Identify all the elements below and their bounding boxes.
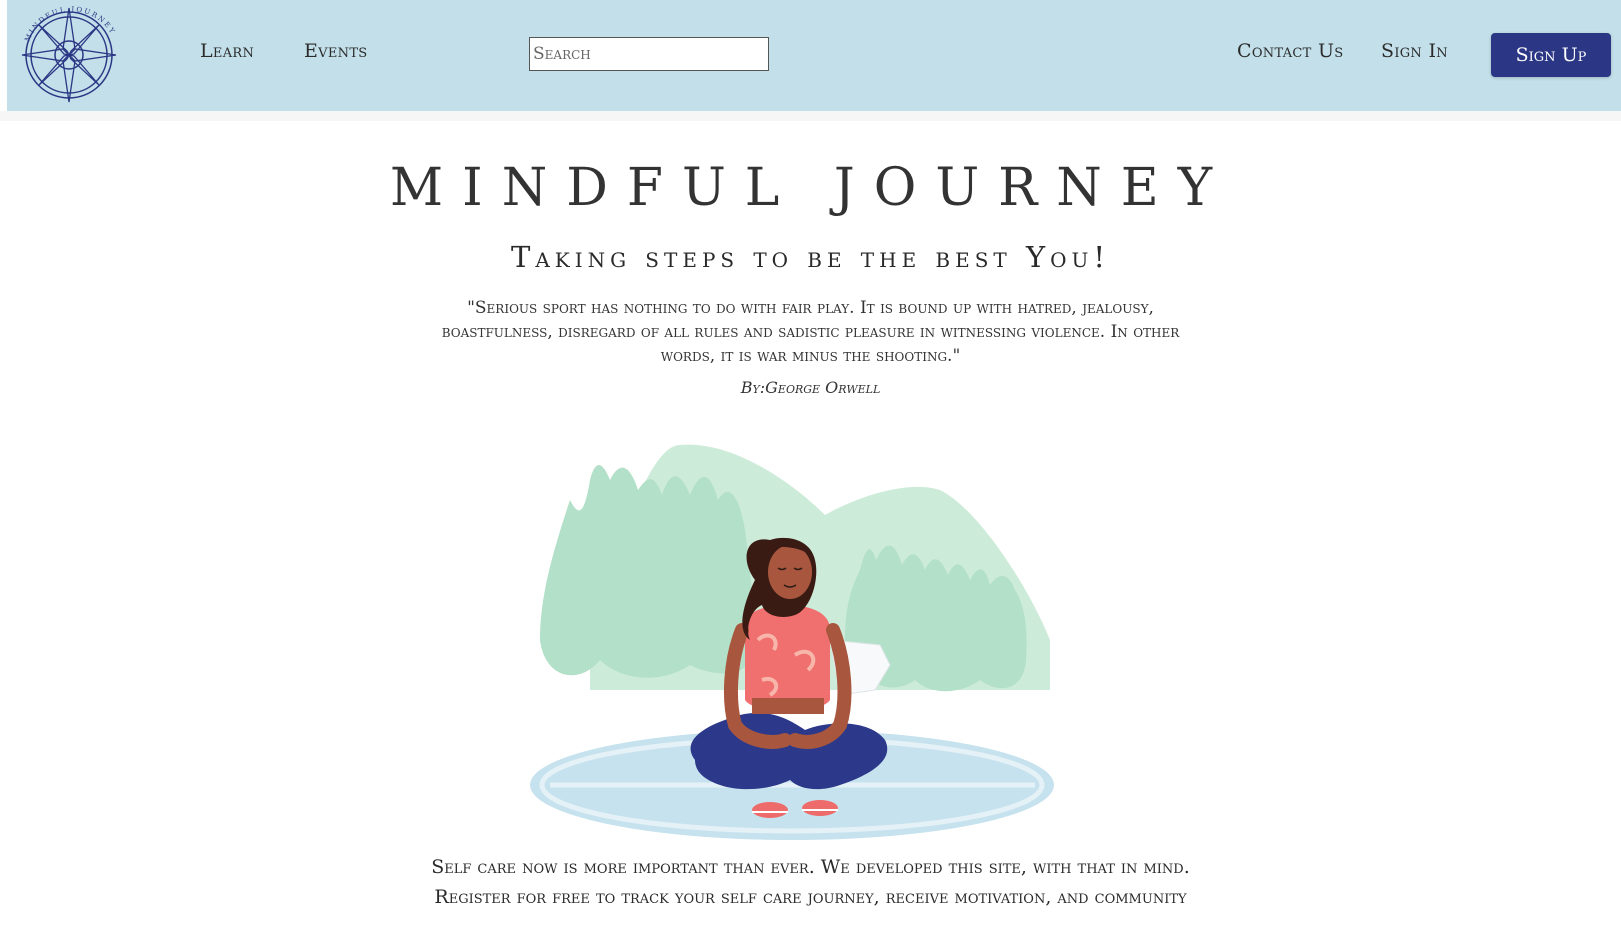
quote-author: By:George Orwell [740,378,881,397]
compass-logo-icon[interactable]: MINDFUL JOURNEY [17,2,125,108]
nav-contact-us-link[interactable]: Contact Us [1237,40,1344,62]
quote-text: "Serious sport has nothing to do with fa… [441,298,1180,366]
nav-events-link[interactable]: Events [304,40,368,62]
page-title: MINDFUL JOURNEY [389,158,1232,218]
nav-sign-in-link[interactable]: Sign In [1381,40,1448,62]
sign-up-button[interactable]: Sign Up [1491,33,1611,77]
header-divider-bar [0,111,1621,121]
meditation-illustration [530,444,1054,840]
search-input[interactable] [529,37,769,71]
top-navbar: MINDFUL JOURNEY Learn Events Contact Us … [7,0,1621,111]
nav-learn-link[interactable]: Learn [200,40,254,62]
description-text: Self care now is more important than eve… [431,856,1190,908]
tagline: Taking steps to be the best You! [510,240,1110,274]
